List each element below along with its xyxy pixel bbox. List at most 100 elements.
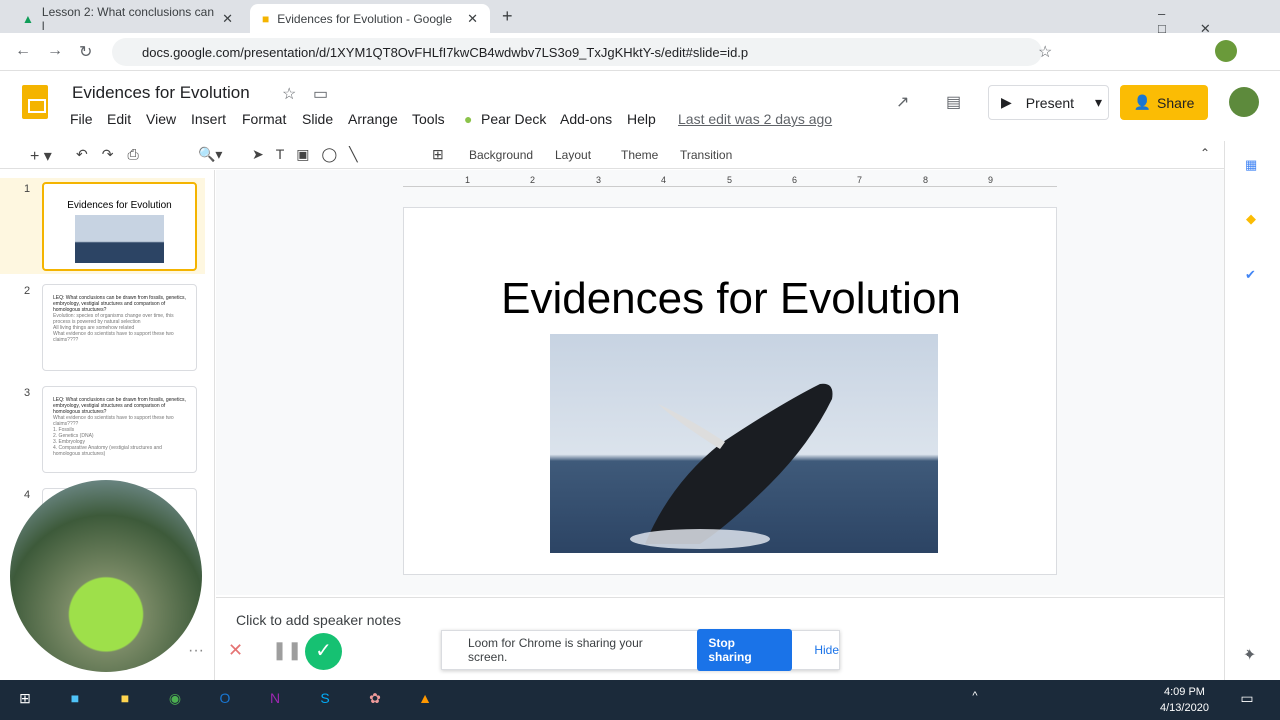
reload-icon[interactable]: ↻ — [79, 42, 92, 62]
ruler-label: 7 — [857, 175, 863, 185]
slide-thumbnail-1[interactable]: Evidences for Evolution — [42, 182, 197, 271]
menu-file[interactable]: File — [70, 111, 93, 127]
loom-sharing-bar: Loom for Chrome is sharing your screen. … — [441, 629, 840, 671]
theme-button[interactable]: Theme — [621, 148, 658, 162]
star-icon[interactable]: ☆ — [282, 84, 296, 104]
thumb-line: 4. Comparative Anatomy (vestigial struct… — [53, 445, 162, 457]
hide-button[interactable]: Hide — [814, 643, 839, 657]
tab-evidences[interactable]: ■ Evidences for Evolution - Google ✕ — [250, 4, 490, 33]
current-slide[interactable]: Evidences for Evolution — [403, 207, 1057, 575]
transition-button[interactable]: Transition — [680, 148, 732, 162]
date: 4/13/2020 — [1160, 702, 1209, 714]
slide-thumbnail-3[interactable]: LEQ: What conclusions can be drawn from … — [42, 386, 197, 473]
menu-tools[interactable]: Tools — [412, 111, 445, 127]
close-tab-icon[interactable]: ✕ — [222, 11, 233, 27]
person-icon: 👤 — [1133, 94, 1152, 110]
finish-recording-button[interactable]: ✓ — [305, 633, 342, 670]
add-comment-icon[interactable]: ⊞ — [432, 146, 444, 163]
menu-format[interactable]: Format — [242, 111, 286, 127]
close-tab-icon[interactable]: ✕ — [467, 11, 478, 27]
windows-start-icon[interactable]: ⊞ — [14, 690, 36, 710]
chevron-right-icon[interactable]: › — [1246, 644, 1251, 662]
tasks-icon[interactable]: ✔ — [1245, 267, 1256, 283]
app-icon[interactable]: ✿ — [364, 690, 386, 710]
whale-image[interactable] — [550, 334, 938, 553]
stop-sharing-button[interactable]: Stop sharing — [697, 629, 793, 671]
slide-number: 4 — [24, 489, 31, 501]
chrome-icon[interactable]: ◉ — [164, 690, 186, 710]
slides-icon: ■ — [262, 11, 270, 26]
zoom-icon[interactable]: 🔍▾ — [198, 146, 222, 163]
skype-icon[interactable]: S — [314, 690, 336, 710]
star-icon[interactable]: ☆ — [1038, 42, 1052, 62]
tab-lesson-2[interactable]: ▲ Lesson 2: What conclusions can l ✕ — [10, 4, 245, 33]
url-input[interactable]: docs.google.com/presentation/d/1XYM1QT8O… — [112, 38, 1042, 66]
thumb-title: Evidences for Evolution — [67, 200, 172, 211]
present-dropdown-icon[interactable]: ▾ — [1095, 94, 1108, 111]
slide-number: 3 — [24, 387, 31, 399]
present-button[interactable]: ▶ Present ▾ — [988, 85, 1109, 120]
menu-arrange[interactable]: Arrange — [348, 111, 398, 127]
menu-view[interactable]: View — [146, 111, 176, 127]
cancel-recording-icon[interactable]: ✕ — [228, 640, 243, 661]
ruler-label: 5 — [727, 175, 733, 185]
windows-taskbar — [0, 680, 1280, 720]
notifications-icon[interactable]: ▭ — [1236, 690, 1258, 710]
share-button[interactable]: 👤 Share — [1120, 85, 1208, 120]
undo-redo-print-icons[interactable]: ↶↷⎙ — [76, 146, 153, 163]
menu-help[interactable]: Help — [627, 111, 656, 127]
pear-icon: ● — [464, 111, 473, 127]
insert-tools-icons[interactable]: ➤T▣◯╲ — [252, 146, 370, 163]
back-icon[interactable]: ← — [15, 42, 31, 60]
outlook-icon[interactable]: O — [214, 690, 236, 710]
ruler-label: 6 — [792, 175, 798, 185]
slide-thumbnail-2[interactable]: LEQ: What conclusions can be drawn from … — [42, 284, 197, 371]
layout-button[interactable]: Layout — [555, 148, 591, 162]
menu-add-ons[interactable]: Add-ons — [560, 111, 612, 127]
more-icon[interactable]: ··· — [188, 642, 204, 660]
horizontal-ruler: 1 2 3 4 5 6 7 8 9 — [403, 175, 1057, 187]
thumb-whale-image — [75, 215, 164, 263]
menu-slide[interactable]: Slide — [302, 111, 333, 127]
loom-message: Loom for Chrome is sharing your screen. — [468, 636, 643, 664]
time: 4:09 PM — [1163, 686, 1205, 698]
keep-icon[interactable]: ◆ — [1246, 211, 1256, 227]
slide-number: 1 — [24, 183, 31, 195]
onenote-icon[interactable]: N — [264, 690, 286, 710]
comments-icon[interactable]: ▤ — [946, 92, 961, 112]
thumb-title: LEQ: What conclusions can be drawn from … — [53, 397, 186, 415]
slide-number: 2 — [24, 285, 31, 297]
sticky-notes-icon[interactable]: ■ — [114, 690, 136, 710]
calendar-icon[interactable]: ▦ — [1245, 157, 1257, 173]
slide-title[interactable]: Evidences for Evolution — [404, 274, 1058, 324]
ruler-label: 1 — [465, 175, 471, 185]
file-explorer-icon[interactable]: ■ — [64, 690, 86, 710]
last-edit-link[interactable]: Last edit was 2 days ago — [678, 111, 832, 127]
speaker-notes-placeholder[interactable]: Click to add speaker notes — [236, 612, 401, 628]
webcam-bubble[interactable] — [10, 480, 202, 672]
profile-avatar[interactable] — [1215, 40, 1237, 62]
system-tray-icons[interactable]: ^ — [964, 690, 986, 710]
move-folder-icon[interactable]: ▭ — [313, 84, 328, 104]
thumb-line: What evidence do scientists have to supp… — [53, 415, 174, 427]
browser-tab-bar: ▲ Lesson 2: What conclusions can l ✕ ■ Evid… — [0, 0, 1280, 36]
ruler-label: 8 — [923, 175, 929, 185]
taskbar-clock[interactable]: 4:09 PM 4/13/2020 — [1160, 684, 1209, 716]
new-tab-button[interactable]: + — [502, 6, 513, 27]
pause-recording-icon[interactable]: ❚❚ — [272, 640, 302, 661]
slides-logo[interactable] — [22, 85, 48, 119]
vlc-icon[interactable]: ▲ — [414, 690, 436, 710]
thumb-line: Evolution: species of organisms change o… — [53, 313, 174, 325]
menu-pear-deck[interactable]: Pear Deck — [481, 111, 546, 127]
ruler-label: 3 — [596, 175, 602, 185]
forward-icon[interactable]: → — [47, 42, 63, 60]
thumb-line: What evidence do scientists have to supp… — [53, 331, 174, 343]
collapse-icon[interactable]: ⌃ — [1200, 146, 1210, 160]
menu-insert[interactable]: Insert — [191, 111, 226, 127]
document-title[interactable]: Evidences for Evolution — [72, 83, 250, 103]
new-slide-icon[interactable]: + ▾ — [30, 146, 52, 166]
activity-icon[interactable]: ↗ — [896, 92, 909, 112]
account-avatar[interactable] — [1229, 87, 1259, 117]
background-button[interactable]: Background — [469, 148, 533, 162]
menu-edit[interactable]: Edit — [107, 111, 131, 127]
